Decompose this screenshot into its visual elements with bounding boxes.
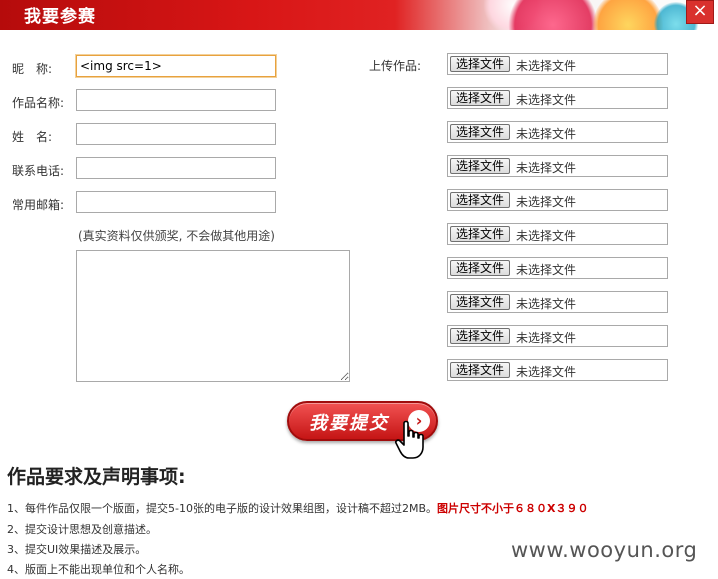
header-decoration xyxy=(593,0,663,30)
file-input[interactable]: 选择文件 未选择文件 xyxy=(447,189,668,211)
file-input[interactable]: 选择文件 未选择文件 xyxy=(447,291,668,313)
requirement-item: 1、每件作品仅限一个版面，提交5-10张的电子版的设计效果组图，设计稿不超过2M… xyxy=(7,500,588,516)
file-status-text: 未选择文件 xyxy=(516,93,577,107)
choose-file-button[interactable]: 选择文件 xyxy=(450,56,510,72)
file-input[interactable]: 选择文件 未选择文件 xyxy=(447,325,668,347)
choose-file-button[interactable]: 选择文件 xyxy=(450,226,510,242)
dialog-title: 我要参赛 xyxy=(24,7,96,27)
choose-file-button[interactable]: 选择文件 xyxy=(450,124,510,140)
privacy-note: (真实资料仅供颁奖, 不会做其他用途) xyxy=(78,229,275,243)
file-input[interactable]: 选择文件 未选择文件 xyxy=(447,53,668,75)
file-status-text: 未选择文件 xyxy=(516,161,577,175)
requirements-title: 作品要求及声明事项: xyxy=(7,466,186,488)
watermark: www.wooyun.org xyxy=(511,538,698,562)
description-textarea[interactable] xyxy=(76,250,350,382)
file-input[interactable]: 选择文件 未选择文件 xyxy=(447,121,668,143)
requirement-text: 1、每件作品仅限一个版面，提交5-10张的电子版的设计效果组图，设计稿不超过2M… xyxy=(7,502,437,515)
requirement-item: 3、提交UI效果描述及展示。 xyxy=(7,543,147,556)
header-decoration xyxy=(508,0,598,30)
file-input[interactable]: 选择文件 未选择文件 xyxy=(447,257,668,279)
file-status-text: 未选择文件 xyxy=(516,331,577,345)
file-input[interactable]: 选择文件 未选择文件 xyxy=(447,223,668,245)
close-icon[interactable]: × xyxy=(686,0,714,24)
email-input[interactable] xyxy=(76,191,276,213)
phone-label: 联系电话: xyxy=(12,164,65,178)
upload-label: 上传作品: xyxy=(369,59,422,73)
email-label: 常用邮箱: xyxy=(12,198,65,212)
file-status-text: 未选择文件 xyxy=(516,229,577,243)
file-status-text: 未选择文件 xyxy=(516,127,577,141)
file-status-text: 未选择文件 xyxy=(516,195,577,209)
phone-input[interactable] xyxy=(76,157,276,179)
file-input[interactable]: 选择文件 未选择文件 xyxy=(447,87,668,109)
nickname-label: 昵 称: xyxy=(12,62,53,76)
work-name-input[interactable] xyxy=(76,89,276,111)
choose-file-button[interactable]: 选择文件 xyxy=(450,294,510,310)
choose-file-button[interactable]: 选择文件 xyxy=(450,260,510,276)
file-input[interactable]: 选择文件 未选择文件 xyxy=(447,359,668,381)
submit-label: 我要提交 xyxy=(309,413,389,434)
work-name-label: 作品名称: xyxy=(12,96,65,110)
size-requirement-highlight: 图片尺寸不小于６８０Х３９０ xyxy=(437,502,589,515)
choose-file-button[interactable]: 选择文件 xyxy=(450,90,510,106)
choose-file-button[interactable]: 选择文件 xyxy=(450,362,510,378)
name-label: 姓 名: xyxy=(12,130,53,144)
dialog-header: 我要参赛 × xyxy=(0,0,718,30)
requirement-item: 4、版面上不能出现单位和个人名称。 xyxy=(7,563,190,576)
requirement-item: 2、提交设计思想及创意描述。 xyxy=(7,523,157,536)
nickname-input[interactable] xyxy=(76,55,276,77)
file-status-text: 未选择文件 xyxy=(516,59,577,73)
choose-file-button[interactable]: 选择文件 xyxy=(450,328,510,344)
file-input[interactable]: 选择文件 未选择文件 xyxy=(447,155,668,177)
name-input[interactable] xyxy=(76,123,276,145)
file-status-text: 未选择文件 xyxy=(516,297,577,311)
file-status-text: 未选择文件 xyxy=(516,365,577,379)
file-status-text: 未选择文件 xyxy=(516,263,577,277)
choose-file-button[interactable]: 选择文件 xyxy=(450,192,510,208)
choose-file-button[interactable]: 选择文件 xyxy=(450,158,510,174)
hand-cursor-icon xyxy=(395,420,424,459)
